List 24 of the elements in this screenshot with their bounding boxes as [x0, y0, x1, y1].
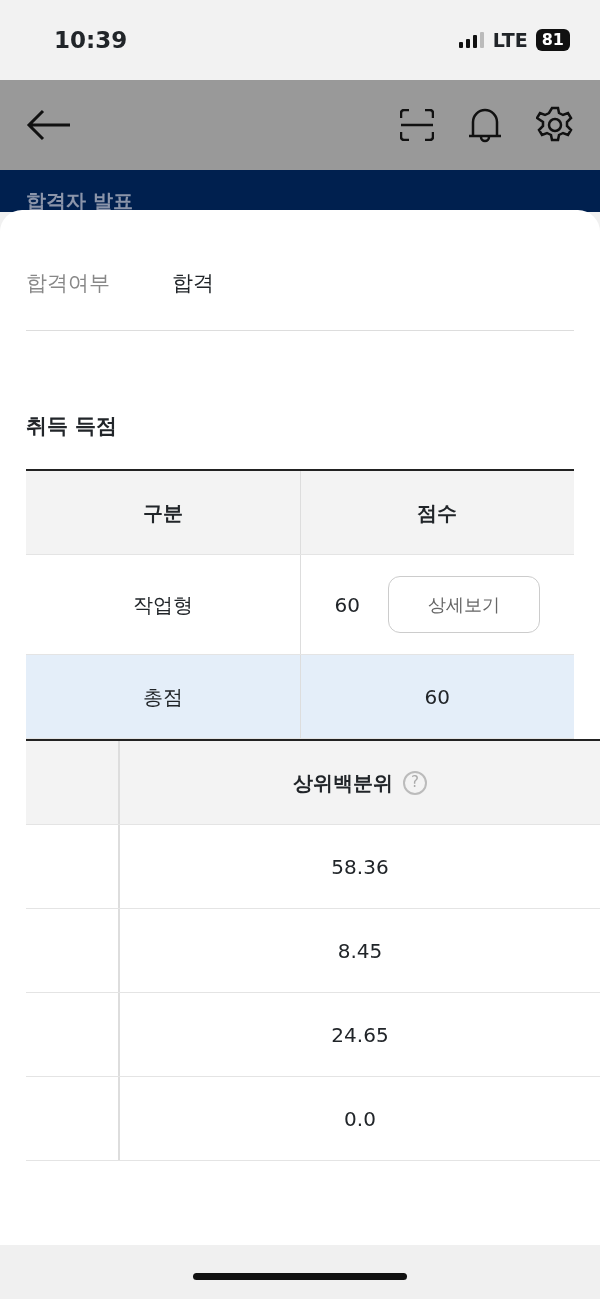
settings-icon[interactable] [536, 106, 574, 144]
battery-icon: 81 [535, 29, 570, 51]
notification-bell-icon[interactable] [468, 106, 502, 144]
clock: 10:39 [54, 25, 128, 55]
column-header: 구분 [26, 471, 301, 554]
column-header: 상위백분위 [293, 769, 393, 797]
score-value: 60 [334, 591, 360, 619]
field-label: 합격여부 [26, 270, 111, 297]
table-cell-text: 24.65 [330, 1021, 390, 1049]
page-title: 합격자 발표 [26, 188, 134, 212]
detail-button[interactable]: 상세보기 [387, 576, 540, 633]
network-label: LTE [492, 27, 528, 53]
back-arrow-icon[interactable] [26, 109, 72, 141]
column-header: 점수 [416, 499, 459, 527]
field-value: 합격 [172, 270, 214, 297]
section-title: 취득 득점 [26, 413, 119, 440]
table-cell-text: 60 [423, 683, 451, 711]
table-cell-text: 58.36 [330, 853, 390, 881]
scan-icon[interactable] [400, 109, 434, 141]
table-cell-text: 0.0 [343, 1105, 377, 1133]
table-cell: 총점 [26, 655, 301, 738]
table-cell: 작업형 [26, 555, 301, 654]
signal-icon [458, 32, 485, 48]
table-cell-text: 8.45 [336, 937, 384, 965]
